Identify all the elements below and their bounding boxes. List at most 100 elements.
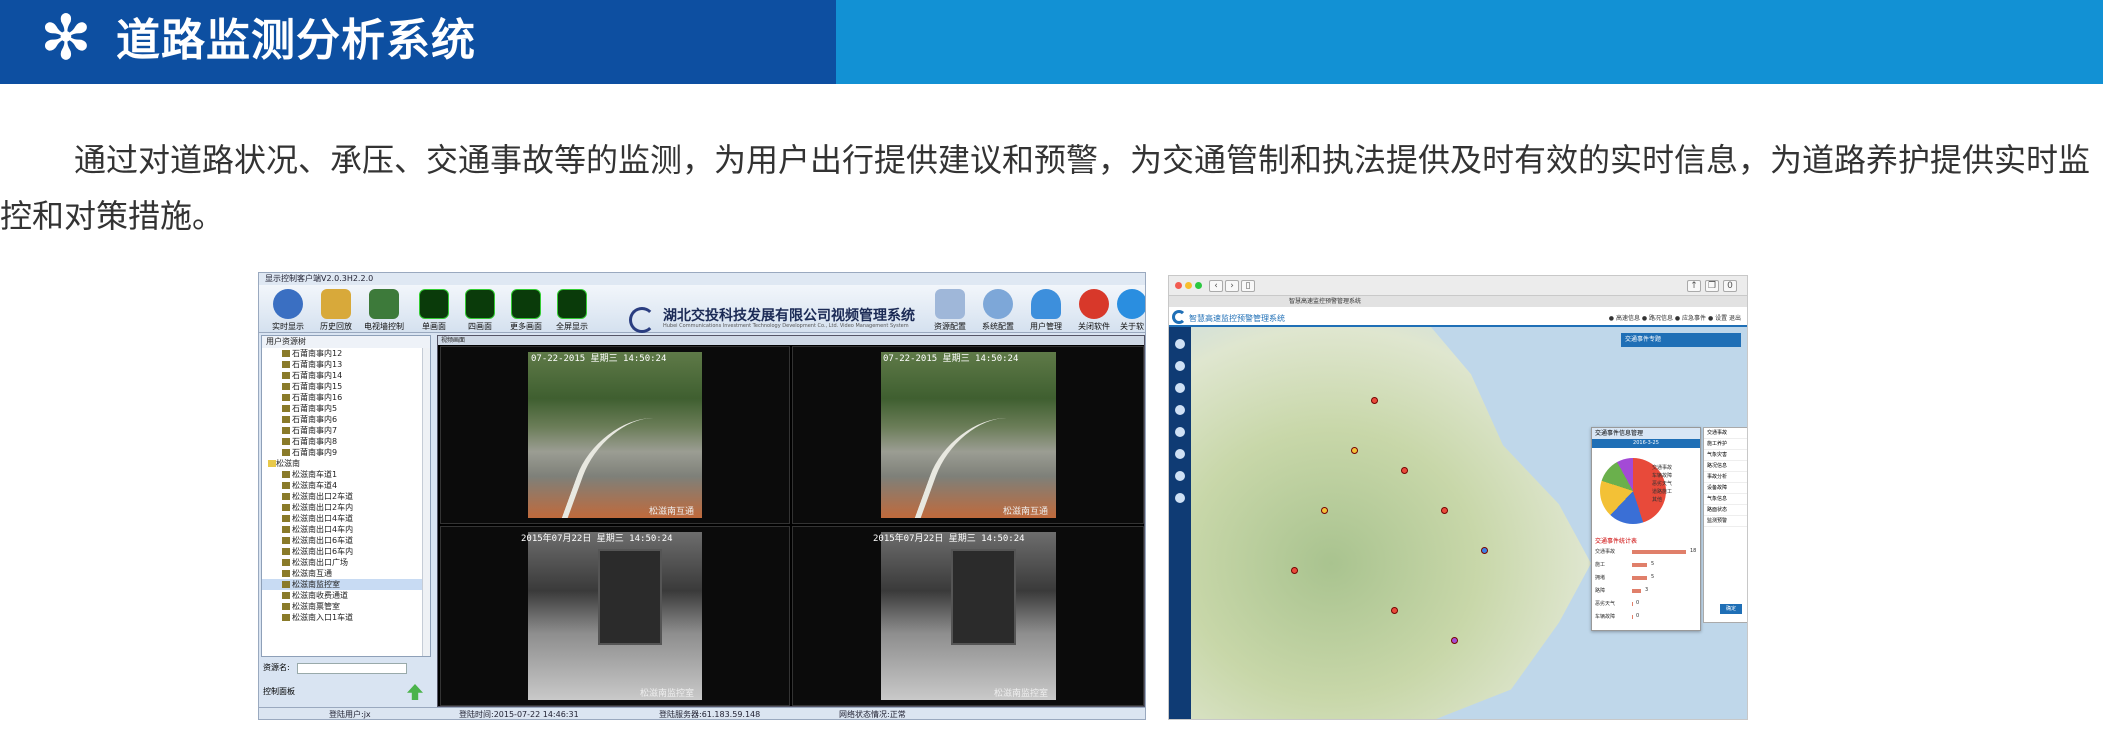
banner-dark-block: ✻ 道路监测分析系统: [0, 0, 836, 84]
video-cell-4[interactable]: 2015年07月22日 星期三 14:50:24 松滋南监控室: [792, 526, 1144, 706]
list-item[interactable]: 路面状态: [1704, 505, 1747, 516]
tree-item[interactable]: 石莆南事内8: [262, 436, 430, 447]
tree-item[interactable]: 石莆南事内15: [262, 381, 430, 392]
resource-input[interactable]: [297, 663, 407, 674]
toolbar-single-button[interactable]: 单画面: [409, 287, 459, 331]
home-icon[interactable]: [1175, 339, 1185, 349]
toolbar-realtime-button[interactable]: 实时显示: [263, 287, 313, 331]
map-view[interactable]: 交通事件专题 交通事件信息管理 2016-3-25 交通事故 车辆故障 恶劣天气…: [1191, 327, 1747, 719]
resource-tree[interactable]: 用户资源树 石莆南事内12 石莆南事内13 石莆南事内14 石莆南事内15 石莆…: [261, 335, 431, 657]
event-marker[interactable]: [1401, 467, 1408, 474]
layer-icon[interactable]: [1175, 427, 1185, 437]
tree-item[interactable]: 松滋南出口2车内: [262, 502, 430, 513]
close-dot-icon[interactable]: [1175, 282, 1182, 289]
zero-badge[interactable]: 0: [1723, 280, 1737, 292]
list-item[interactable]: 交通事故: [1704, 428, 1747, 439]
location-icon[interactable]: [1175, 361, 1185, 371]
event-marker[interactable]: [1291, 567, 1298, 574]
tree-item[interactable]: 松滋南车道1: [262, 469, 430, 480]
topic-panel[interactable]: 交通事件专题: [1621, 333, 1741, 347]
power-icon: [1079, 289, 1109, 319]
tree-item[interactable]: 石莆南事内6: [262, 414, 430, 425]
event-marker[interactable]: [1371, 397, 1378, 404]
list-item[interactable]: 设备故障: [1704, 483, 1747, 494]
tree-item[interactable]: 石莆南事内9: [262, 447, 430, 458]
event-marker[interactable]: [1351, 447, 1358, 454]
browser-tab-bar[interactable]: 智慧高速监控预警管理系统: [1169, 296, 1747, 307]
list-item[interactable]: 监测预警: [1704, 516, 1747, 527]
list-item[interactable]: 施工养护: [1704, 439, 1747, 450]
header-menu[interactable]: ● 高速信息 ● 路况信息 ● 应急事件 ● 设置 退出: [1609, 313, 1741, 322]
list-item[interactable]: 路况信息: [1704, 461, 1747, 472]
tree-group[interactable]: 松滋南: [262, 458, 430, 469]
event-marker[interactable]: [1451, 637, 1458, 644]
toolbar-tvwall-button[interactable]: 电视墙控制: [359, 287, 409, 331]
tree-item[interactable]: 松滋南入口1车道: [262, 612, 430, 623]
app-logo-icon: [1172, 310, 1186, 324]
tree-item[interactable]: 松滋南票管室: [262, 601, 430, 612]
event-marker[interactable]: [1481, 547, 1488, 554]
tree-item[interactable]: 松滋南车道4: [262, 480, 430, 491]
maximize-dot-icon[interactable]: [1195, 282, 1202, 289]
print-icon[interactable]: [1175, 449, 1185, 459]
section-title: 道路监测分析系统: [116, 15, 476, 66]
tree-item[interactable]: 石莆南事内12: [262, 348, 430, 359]
camera-feed-room: [528, 532, 702, 700]
tree-item[interactable]: 石莆南事内13: [262, 359, 430, 370]
settings-icon[interactable]: [1175, 493, 1185, 503]
confirm-button[interactable]: 确定: [1720, 604, 1742, 614]
camera-icon: [282, 515, 290, 522]
toolbar-playback-button[interactable]: 历史回放: [311, 287, 361, 331]
sidebar-icon[interactable]: ▯: [1241, 280, 1255, 292]
asterisk-icon: ✻: [40, 1, 92, 74]
tree-item[interactable]: 松滋南出口6车内: [262, 546, 430, 557]
list-item[interactable]: 气象信息: [1704, 494, 1747, 505]
bar-value: 5: [1651, 561, 1655, 567]
toolbar-quad-button[interactable]: 四画面: [455, 287, 505, 331]
tree-item[interactable]: 石莆南事内14: [262, 370, 430, 381]
toolbar-system-button[interactable]: 系统配置: [973, 287, 1023, 331]
event-popup: 交通事件信息管理 2016-3-25 交通事故 车辆故障 恶劣天气 道路施工 其…: [1591, 427, 1701, 631]
event-marker[interactable]: [1321, 507, 1328, 514]
expand-arrow-icon[interactable]: [407, 684, 423, 700]
video-cell-1[interactable]: 07-22-2015 星期三 14:50:24 松滋南互通: [440, 346, 790, 524]
toolbar-about-button[interactable]: 关于软: [1107, 287, 1145, 331]
section-banner: ✻ 道路监测分析系统: [0, 0, 2103, 84]
tree-item[interactable]: 石莆南事内7: [262, 425, 430, 436]
tree-item[interactable]: 松滋南出口广场: [262, 557, 430, 568]
tree-item[interactable]: 松滋南出口2车道: [262, 491, 430, 502]
tree-item[interactable]: 石莆南事内16: [262, 392, 430, 403]
toolbar-resource-button[interactable]: 资源配置: [925, 287, 975, 331]
chart-icon[interactable]: [1175, 471, 1185, 481]
tree-item[interactable]: 石莆南事内5: [262, 403, 430, 414]
person-icon[interactable]: [1175, 383, 1185, 393]
minimize-dot-icon[interactable]: [1185, 282, 1192, 289]
list-item[interactable]: 气象灾害: [1704, 450, 1747, 461]
tree-item[interactable]: 松滋南出口4车道: [262, 513, 430, 524]
tree-item[interactable]: 松滋南出口6车道: [262, 535, 430, 546]
tabs-icon[interactable]: ❐: [1705, 280, 1719, 292]
video-cell-3[interactable]: 2015年07月22日 星期三 14:50:24 松滋南监控室: [440, 526, 790, 706]
status-login-time: 登陆时间:2015-07-22 14:46:31: [459, 710, 579, 719]
tree-item[interactable]: 松滋南互通: [262, 568, 430, 579]
event-marker[interactable]: [1391, 607, 1398, 614]
tree-scrollbar[interactable]: [422, 348, 430, 656]
toolbar-more-button[interactable]: 更多画面: [501, 287, 551, 331]
video-cell-2[interactable]: 07-22-2015 星期三 14:50:24 松滋南互通: [792, 346, 1144, 524]
forward-icon[interactable]: ›: [1225, 280, 1239, 292]
list-item[interactable]: 事故分析: [1704, 472, 1747, 483]
browser-tab[interactable]: 智慧高速监控预警管理系统: [1289, 296, 1361, 307]
tree-item[interactable]: 松滋南出口4车内: [262, 524, 430, 535]
toolbar-users-button[interactable]: 用户管理: [1021, 287, 1071, 331]
tree-item[interactable]: 松滋南收费通道: [262, 590, 430, 601]
back-icon[interactable]: ‹: [1209, 280, 1223, 292]
camera-icon: [282, 471, 290, 478]
tree-item-selected[interactable]: 松滋南监控室: [262, 579, 430, 590]
event-marker[interactable]: [1441, 507, 1448, 514]
toolbar-fullscreen-button[interactable]: 全屏显示: [547, 287, 597, 331]
control-panel-bar[interactable]: 控制面板: [261, 681, 431, 703]
gear-icon: [983, 289, 1013, 319]
share-icon[interactable]: ↑: [1687, 280, 1701, 292]
measure-icon[interactable]: [1175, 405, 1185, 415]
legend-item: 交通事故: [1652, 465, 1673, 471]
